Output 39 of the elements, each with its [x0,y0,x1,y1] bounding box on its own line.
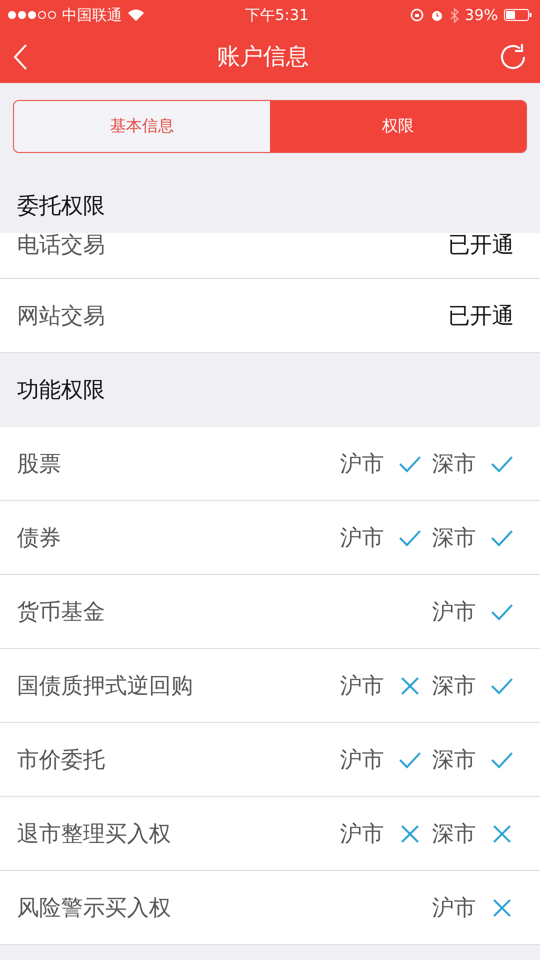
segment-tab[interactable]: 权限 [270,101,526,152]
market-label: 沪市 [432,598,476,626]
market-label: 沪市 [340,672,384,700]
market-label: 沪市 [432,894,476,922]
back-icon[interactable] [12,42,28,70]
permission-label: 退市整理买入权 [17,820,172,848]
battery-icon [504,9,532,21]
signal-icon [8,11,56,19]
permission-label: 市价委托 [17,746,106,774]
alarm-icon [430,8,444,22]
permission-label: 网站交易 [17,302,106,330]
section-header: 功能权限 [17,377,105,405]
battery-percent: 39% [464,6,498,24]
permission-label: 货币基金 [17,598,106,626]
permission-label: 债券 [17,524,62,552]
market-label: 深市 [432,820,476,848]
market-label: 深市 [432,672,476,700]
market-label: 深市 [432,746,476,774]
section-header: 委托权限 [17,192,105,220]
bluetooth-icon [450,8,459,22]
segment-tab[interactable]: 基本信息 [14,101,270,152]
status-value: 已开通 [448,232,514,260]
clock-time: 下午5:31 [244,6,310,24]
market-label: 沪市 [340,746,384,774]
status-value: 已开通 [448,302,514,330]
permission-label: 国债质押式逆回购 [17,672,194,700]
wifi-icon [128,9,144,21]
permission-label: 风险警示买入权 [17,894,172,922]
rotation-lock-icon [410,8,424,22]
market-label: 沪市 [340,450,384,478]
permission-label: 股票 [17,450,62,478]
market-label: 深市 [432,450,476,478]
market-label: 沪市 [340,820,384,848]
page-title: 账户信息 [216,43,310,72]
permission-label: 电话交易 [17,232,106,260]
market-label: 沪市 [340,524,384,552]
refresh-icon[interactable] [498,42,528,72]
market-label: 深市 [432,524,476,552]
carrier-name: 中国联通 [62,6,122,24]
